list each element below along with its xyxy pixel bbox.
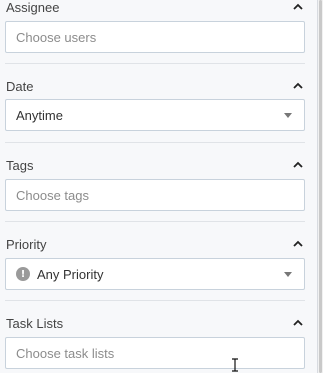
- caret-down-icon: [284, 271, 292, 277]
- tags-input[interactable]: [16, 187, 294, 203]
- tags-header[interactable]: Tags: [6, 156, 304, 174]
- tags-title: Tags: [6, 157, 34, 173]
- text-cursor-icon: [230, 358, 240, 372]
- priority-select[interactable]: ! Any Priority: [5, 258, 305, 290]
- date-select[interactable]: Anytime: [5, 99, 305, 131]
- date-section: Date Anytime: [0, 77, 318, 137]
- filter-panel: Assignee Date Anytime Tags: [0, 0, 318, 373]
- chevron-up-icon[interactable]: [292, 317, 304, 329]
- assignee-title: Assignee: [6, 0, 60, 15]
- tags-input-box[interactable]: [5, 179, 305, 211]
- task-lists-title: Task Lists: [6, 315, 64, 331]
- priority-section: Priority ! Any Priority: [0, 235, 318, 295]
- tags-section: Tags: [0, 156, 318, 216]
- exclamation-circle-icon: !: [16, 267, 30, 281]
- divider: [5, 142, 305, 143]
- chevron-up-icon[interactable]: [292, 1, 304, 13]
- chevron-up-icon[interactable]: [292, 238, 304, 250]
- scrollbar[interactable]: [318, 0, 323, 373]
- divider: [5, 300, 305, 301]
- divider: [5, 63, 305, 64]
- date-select-value: Anytime: [16, 107, 63, 123]
- date-title: Date: [6, 78, 34, 94]
- priority-header[interactable]: Priority: [6, 235, 304, 253]
- assignee-header[interactable]: Assignee: [6, 0, 304, 16]
- chevron-up-icon[interactable]: [292, 159, 304, 171]
- task-lists-header[interactable]: Task Lists: [6, 314, 304, 332]
- date-header[interactable]: Date: [6, 77, 304, 95]
- task-lists-input[interactable]: [16, 345, 294, 361]
- scrollbar-thumb[interactable]: [319, 0, 322, 373]
- priority-title: Priority: [6, 236, 47, 252]
- assignee-section: Assignee: [0, 0, 318, 60]
- task-lists-input-box[interactable]: [5, 337, 305, 369]
- assignee-input[interactable]: [16, 29, 294, 45]
- divider: [5, 221, 305, 222]
- task-lists-section: Task Lists: [0, 314, 318, 373]
- assignee-input-box[interactable]: [5, 21, 305, 53]
- priority-select-value: Any Priority: [37, 266, 104, 282]
- chevron-up-icon[interactable]: [292, 80, 304, 92]
- caret-down-icon: [284, 112, 292, 118]
